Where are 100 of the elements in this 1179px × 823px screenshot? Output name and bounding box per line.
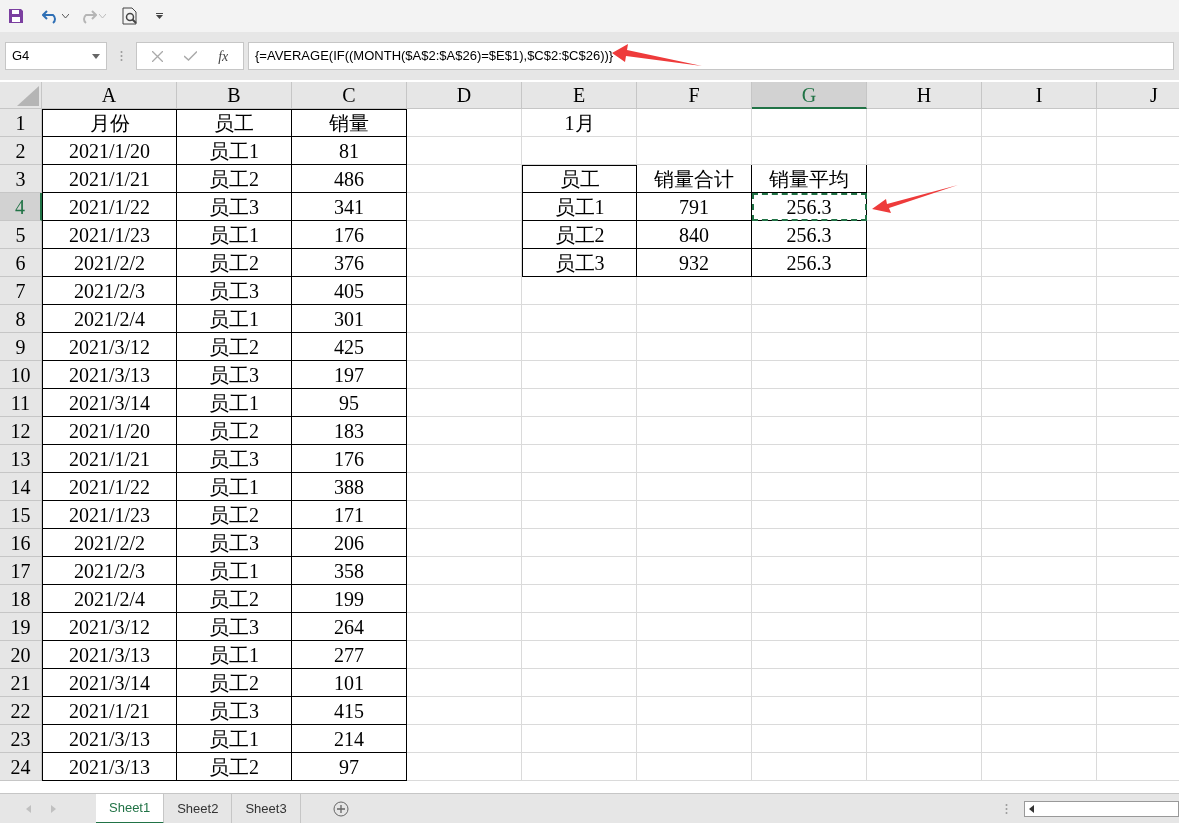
- table-cell[interactable]: 101: [292, 669, 407, 697]
- table-cell[interactable]: 员工3: [177, 697, 292, 725]
- table-cell[interactable]: 2021/2/4: [42, 585, 177, 613]
- sheet-tab[interactable]: Sheet1: [96, 793, 165, 823]
- table-cell[interactable]: 销量: [292, 109, 407, 137]
- table-cell[interactable]: 员工1: [522, 193, 637, 221]
- row-header[interactable]: 9: [0, 333, 42, 361]
- table-cell[interactable]: 277: [292, 641, 407, 669]
- row-header[interactable]: 7: [0, 277, 42, 305]
- previous-sheet-icon[interactable]: [26, 804, 31, 813]
- table-cell[interactable]: 176: [292, 221, 407, 249]
- table-cell[interactable]: 256.3: [752, 249, 867, 277]
- table-cell[interactable]: 376: [292, 249, 407, 277]
- table-cell[interactable]: 员工1: [177, 137, 292, 165]
- table-cell[interactable]: 486: [292, 165, 407, 193]
- table-cell[interactable]: 358: [292, 557, 407, 585]
- column-header[interactable]: G: [752, 82, 867, 109]
- table-cell[interactable]: 199: [292, 585, 407, 613]
- table-cell[interactable]: 员工1: [177, 221, 292, 249]
- column-header[interactable]: E: [522, 82, 637, 109]
- table-cell[interactable]: 2021/3/13: [42, 641, 177, 669]
- table-cell[interactable]: 2021/3/12: [42, 333, 177, 361]
- column-header[interactable]: I: [982, 82, 1097, 109]
- table-cell[interactable]: 员工3: [177, 193, 292, 221]
- insert-function-button[interactable]: fx: [218, 45, 229, 67]
- row-header[interactable]: 24: [0, 753, 42, 781]
- table-cell[interactable]: 176: [292, 445, 407, 473]
- table-cell[interactable]: 301: [292, 305, 407, 333]
- table-cell[interactable]: 171: [292, 501, 407, 529]
- save-icon[interactable]: [8, 8, 24, 24]
- table-cell[interactable]: 员工1: [177, 641, 292, 669]
- row-header[interactable]: 18: [0, 585, 42, 613]
- table-cell[interactable]: 2021/1/20: [42, 417, 177, 445]
- table-cell[interactable]: 月份: [42, 109, 177, 137]
- table-cell[interactable]: 2021/1/23: [42, 221, 177, 249]
- table-cell[interactable]: 员工3: [177, 361, 292, 389]
- table-cell[interactable]: 206: [292, 529, 407, 557]
- table-cell[interactable]: 791: [637, 193, 752, 221]
- table-cell[interactable]: 415: [292, 697, 407, 725]
- row-header[interactable]: 20: [0, 641, 42, 669]
- table-cell[interactable]: 员工: [177, 109, 292, 137]
- row-header[interactable]: 14: [0, 473, 42, 501]
- table-cell[interactable]: 员工1: [177, 557, 292, 585]
- table-cell[interactable]: 员工2: [177, 333, 292, 361]
- table-cell[interactable]: 2021/1/21: [42, 697, 177, 725]
- horizontal-scrollbar[interactable]: [1024, 800, 1179, 817]
- row-header[interactable]: 12: [0, 417, 42, 445]
- table-cell[interactable]: 2021/3/13: [42, 725, 177, 753]
- row-header[interactable]: 4: [0, 193, 42, 221]
- table-cell[interactable]: 2021/1/21: [42, 445, 177, 473]
- table-cell[interactable]: 1月: [522, 109, 637, 137]
- table-cell[interactable]: 2021/2/2: [42, 249, 177, 277]
- row-header[interactable]: 10: [0, 361, 42, 389]
- table-cell[interactable]: 2021/2/3: [42, 557, 177, 585]
- table-cell[interactable]: 2021/1/23: [42, 501, 177, 529]
- column-header[interactable]: A: [42, 82, 177, 109]
- table-cell[interactable]: 425: [292, 333, 407, 361]
- table-cell[interactable]: 员工3: [177, 445, 292, 473]
- table-cell[interactable]: 员工2: [177, 417, 292, 445]
- table-cell[interactable]: 员工: [522, 165, 637, 193]
- select-all-icon[interactable]: [17, 86, 39, 106]
- drag-handle-icon[interactable]: [120, 50, 123, 62]
- print-preview-icon[interactable]: [122, 7, 138, 25]
- table-cell[interactable]: 销量合计: [637, 165, 752, 193]
- table-cell[interactable]: 341: [292, 193, 407, 221]
- customize-toolbar-icon[interactable]: [156, 13, 163, 19]
- table-cell[interactable]: 员工2: [177, 249, 292, 277]
- row-header[interactable]: 8: [0, 305, 42, 333]
- table-cell[interactable]: 2021/3/13: [42, 753, 177, 781]
- table-cell[interactable]: 2021/1/22: [42, 473, 177, 501]
- table-cell[interactable]: 214: [292, 725, 407, 753]
- table-cell[interactable]: 员工3: [177, 613, 292, 641]
- column-header[interactable]: B: [177, 82, 292, 109]
- table-cell[interactable]: 2021/2/4: [42, 305, 177, 333]
- row-header[interactable]: 23: [0, 725, 42, 753]
- table-cell[interactable]: 256.3: [752, 221, 867, 249]
- scroll-left-icon[interactable]: [1029, 804, 1034, 813]
- table-cell[interactable]: 员工3: [177, 277, 292, 305]
- row-header[interactable]: 17: [0, 557, 42, 585]
- table-cell[interactable]: 员工2: [177, 165, 292, 193]
- table-cell[interactable]: 员工2: [177, 753, 292, 781]
- table-cell[interactable]: 员工1: [177, 725, 292, 753]
- table-cell[interactable]: 员工1: [177, 389, 292, 417]
- row-header[interactable]: 15: [0, 501, 42, 529]
- table-cell[interactable]: 81: [292, 137, 407, 165]
- row-header[interactable]: 3: [0, 165, 42, 193]
- sheet-tab[interactable]: Sheet3: [232, 793, 301, 823]
- row-header[interactable]: 5: [0, 221, 42, 249]
- caret-icon[interactable]: [62, 13, 69, 19]
- table-cell[interactable]: 员工3: [522, 249, 637, 277]
- table-cell[interactable]: 840: [637, 221, 752, 249]
- table-cell[interactable]: 2021/1/20: [42, 137, 177, 165]
- row-header[interactable]: 16: [0, 529, 42, 557]
- row-header[interactable]: 22: [0, 697, 42, 725]
- table-cell[interactable]: 员工2: [177, 585, 292, 613]
- next-sheet-icon[interactable]: [51, 804, 56, 813]
- table-cell[interactable]: 2021/3/13: [42, 361, 177, 389]
- row-header[interactable]: 2: [0, 137, 42, 165]
- row-header[interactable]: 13: [0, 445, 42, 473]
- column-header[interactable]: C: [292, 82, 407, 109]
